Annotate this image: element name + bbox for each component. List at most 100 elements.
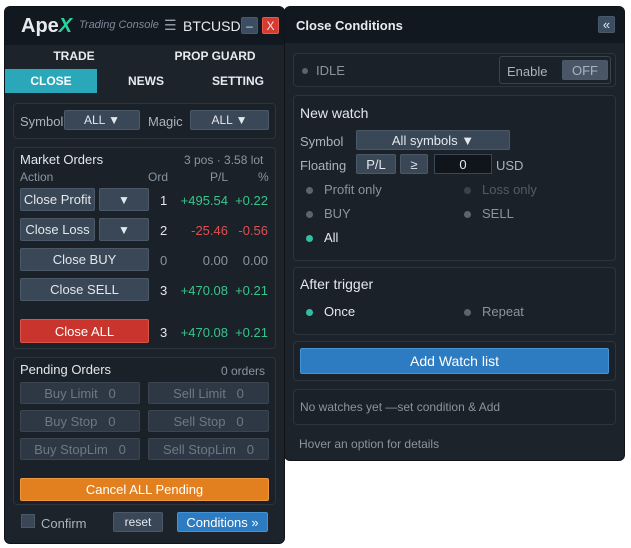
close-all-pct: +0.21 <box>235 325 268 340</box>
add-watch-section: Add Watch list <box>293 341 616 381</box>
tab-news[interactable]: NEWS <box>101 69 191 93</box>
close-loss-pct: -0.56 <box>238 223 268 238</box>
conditions-title: Close Conditions <box>296 18 403 33</box>
tab-trade[interactable]: TRADE <box>19 49 129 67</box>
pl-metric-button[interactable]: P/L <box>356 154 396 174</box>
operator-button[interactable]: ≥ <box>400 154 428 174</box>
buy-stoplim-label: Buy StopLim <box>34 441 108 457</box>
option-buy[interactable]: BUY <box>300 204 420 224</box>
symbol-filter-label: Symbol <box>20 114 64 129</box>
brand-subtitle: Trading Console <box>79 19 159 31</box>
tab-setting[interactable]: SETTING <box>193 69 283 93</box>
status-text: IDLE <box>316 63 345 78</box>
close-loss-pl: -25.46 <box>191 223 228 238</box>
sell-limit-button[interactable]: Sell Limit 0 <box>148 382 269 404</box>
watch-list-empty-text: No watches yet —set condition & Add <box>300 400 501 414</box>
brand-x: X <box>58 15 73 37</box>
magic-filter-select[interactable]: ALL ▼ <box>190 110 269 130</box>
option-label: Loss only <box>482 182 537 197</box>
market-orders-title: Market Orders <box>20 152 104 167</box>
radio-selected-icon <box>306 235 313 242</box>
cancel-all-pending-button[interactable]: Cancel ALL Pending <box>20 478 269 501</box>
pending-orders-count: 0 orders <box>221 364 266 378</box>
option-all[interactable]: All <box>300 228 420 248</box>
sell-limit-label: Sell Limit <box>173 385 226 401</box>
market-orders-section: Market Orders 3 pos · 3.58 lot Action Or… <box>13 147 276 349</box>
option-label: Profit only <box>324 182 382 197</box>
confirm-label: Confirm <box>41 516 87 531</box>
threshold-amount-input[interactable]: 0 <box>434 154 492 174</box>
radio-icon <box>464 211 471 218</box>
radio-selected-icon <box>306 309 313 316</box>
close-sell-pct: +0.21 <box>235 283 268 298</box>
sell-stoplim-button[interactable]: Sell StopLim 0 <box>148 438 269 460</box>
sell-limit-count: 0 <box>236 385 244 401</box>
close-profit-dropdown[interactable]: ▼ <box>99 188 149 211</box>
close-buy-pl: 0.00 <box>202 253 228 268</box>
confirm-checkbox[interactable] <box>21 514 35 528</box>
buy-limit-label: Buy Limit <box>44 385 98 401</box>
close-sell-ord: 3 <box>160 283 168 298</box>
option-profit-only[interactable]: Profit only <box>300 180 420 200</box>
buy-limit-button[interactable]: Buy Limit 0 <box>20 382 140 404</box>
close-profit-ord: 1 <box>160 193 168 208</box>
conditions-title-bar[interactable]: Close Conditions « <box>285 7 624 43</box>
close-buy-pct: 0.00 <box>242 253 268 268</box>
tab-prop-guard[interactable]: PROP GUARD <box>155 49 275 67</box>
conditions-button[interactable]: Conditions » <box>177 512 268 532</box>
console-title-bar[interactable]: ApeX Trading Console ☰ BTCUSD – X <box>5 7 284 45</box>
close-profit-pct: +0.22 <box>235 193 268 208</box>
watch-status-bar: IDLE Enable OFF <box>293 53 616 87</box>
radio-icon <box>306 187 313 194</box>
close-window-button[interactable]: X <box>262 17 279 34</box>
menu-icon[interactable]: ☰ <box>164 17 177 34</box>
close-buy-ord: 0 <box>160 253 168 268</box>
after-trigger-section: After trigger Once Repeat <box>293 267 616 335</box>
sell-stop-label: Sell Stop <box>173 413 226 429</box>
column-pl: P/L <box>210 170 229 184</box>
buy-stop-label: Buy Stop <box>44 413 98 429</box>
sell-stoplim-label: Sell StopLim <box>162 441 236 457</box>
sell-stop-count: 0 <box>236 413 244 429</box>
minimize-button[interactable]: – <box>241 17 258 34</box>
close-sell-button[interactable]: Close SELL <box>20 278 149 301</box>
buy-stop-button[interactable]: Buy Stop 0 <box>20 410 140 432</box>
collapse-icon[interactable]: « <box>598 16 615 33</box>
option-once[interactable]: Once <box>300 302 420 322</box>
filter-bar: Symbol ALL ▼ Magic ALL ▼ <box>13 103 276 139</box>
close-profit-button[interactable]: Close Profit <box>20 188 95 211</box>
sell-stop-button[interactable]: Sell Stop 0 <box>148 410 269 432</box>
symbol-filter-select[interactable]: ALL ▼ <box>64 110 140 130</box>
sell-stoplim-count: 0 <box>246 441 255 457</box>
close-all-pl: +470.08 <box>180 325 228 340</box>
brand-name: Ape <box>21 15 59 37</box>
after-trigger-title: After trigger <box>300 276 374 292</box>
tab-close[interactable]: CLOSE <box>5 69 97 93</box>
pending-orders-title: Pending Orders <box>20 362 112 377</box>
close-loss-button[interactable]: Close Loss <box>20 218 95 241</box>
radio-icon <box>464 309 471 316</box>
buy-stoplim-button[interactable]: Buy StopLim 0 <box>20 438 140 460</box>
column-action: Action <box>20 170 54 184</box>
watch-symbol-select[interactable]: All symbols ▼ <box>356 130 510 150</box>
option-sell[interactable]: SELL <box>458 204 578 224</box>
status-dot-icon <box>302 68 308 74</box>
column-ord: Ord <box>148 170 169 184</box>
close-profit-pl: +495.54 <box>180 193 228 208</box>
new-watch-title: New watch <box>300 105 369 121</box>
market-orders-summary: 3 pos · 3.58 lot <box>184 153 264 167</box>
magic-filter-label: Magic <box>148 114 183 129</box>
close-buy-button[interactable]: Close BUY <box>20 248 149 271</box>
buy-stoplim-count: 0 <box>118 441 126 457</box>
new-watch-section: New watch Symbol All symbols ▼ Floating … <box>293 95 616 261</box>
enable-label: Enable <box>507 64 548 79</box>
add-watch-list-button[interactable]: Add Watch list <box>300 348 609 374</box>
option-label: Once <box>324 304 356 319</box>
option-label: BUY <box>324 206 351 221</box>
reset-button[interactable]: reset <box>113 512 163 532</box>
option-loss-only[interactable]: Loss only <box>458 180 578 200</box>
option-repeat[interactable]: Repeat <box>458 302 578 322</box>
close-all-button[interactable]: Close ALL <box>20 319 149 343</box>
close-loss-dropdown[interactable]: ▼ <box>99 218 149 241</box>
enable-toggle[interactable]: OFF <box>562 60 608 80</box>
